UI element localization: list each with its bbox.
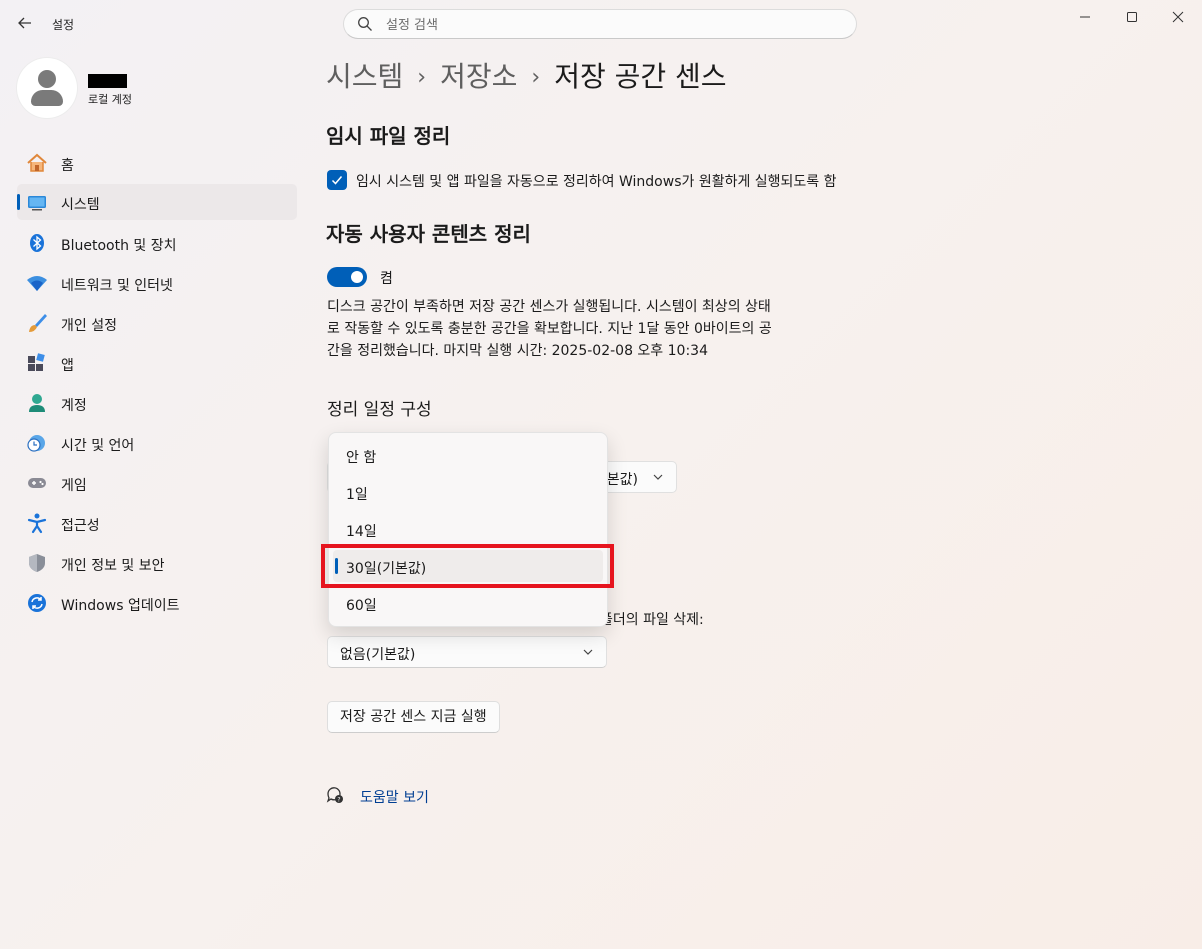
frequency-dropdown-list: 안 함 1일 14일 30일(기본값) 60일 [328, 432, 608, 627]
sidebar-item-network[interactable]: 네트워크 및 인터넷 [17, 265, 297, 301]
temp-cleanup-checkbox-label[interactable]: 임시 시스템 및 앱 파일을 자동으로 정리하여 Windows가 원활하게 실… [356, 171, 837, 191]
sidebar-item-gaming[interactable]: 게임 [17, 465, 297, 501]
home-icon [27, 153, 47, 172]
sidebar-item-windows-update[interactable]: Windows 업데이트 [17, 585, 297, 621]
breadcrumb-storage[interactable]: 저장소 [440, 60, 517, 93]
breadcrumb-separator: › [417, 65, 427, 90]
dropdown-option[interactable]: 1일 [333, 476, 603, 508]
search-box[interactable] [343, 9, 857, 39]
avatar-head [38, 70, 56, 88]
minimize-icon [1080, 16, 1090, 18]
back-button[interactable] [14, 12, 36, 34]
breadcrumb: 시스템 › 저장소 › 저장 공간 센스 [326, 55, 727, 95]
temp-cleanup-checkbox[interactable] [327, 170, 347, 190]
sidebar-item-label: 네트워크 및 인터넷 [61, 278, 173, 294]
sidebar-item-label: 계정 [61, 398, 87, 414]
sidebar-item-label: 시간 및 언어 [61, 438, 135, 454]
account-icon [29, 394, 45, 412]
maximize-icon [1127, 12, 1137, 22]
avatar-body [31, 90, 63, 106]
auto-cleanup-heading: 자동 사용자 콘텐츠 정리 [326, 222, 531, 246]
toggle-state-label: 켬 [380, 271, 393, 287]
brush-icon [29, 314, 47, 332]
sidebar-item-label: Windows 업데이트 [61, 598, 180, 614]
sidebar-item-label: 개인 정보 및 보안 [61, 558, 165, 574]
toggle-knob [351, 271, 363, 283]
chevron-down-icon [583, 649, 593, 655]
auto-cleanup-toggle[interactable] [327, 267, 367, 287]
close-button[interactable] [1155, 0, 1201, 34]
maximize-button[interactable] [1109, 0, 1155, 34]
run-storage-sense-button[interactable]: 저장 공간 센스 지금 실행 [327, 701, 500, 733]
update-icon [28, 594, 46, 612]
wifi-icon [27, 276, 47, 291]
search-icon [358, 17, 372, 31]
time-language-icon [27, 435, 45, 452]
downloads-delete-value: 없음(기본값) [340, 647, 416, 663]
close-icon [1172, 11, 1184, 23]
downloads-delete-select[interactable]: 없음(기본값) [327, 636, 607, 668]
checkmark-icon [331, 176, 343, 185]
breadcrumb-separator: › [531, 65, 541, 90]
downloads-delete-label: 폴더의 파일 삭제: [600, 612, 704, 628]
help-link[interactable]: 도움말 보기 [360, 787, 429, 807]
svg-text:?: ? [337, 797, 340, 804]
sidebar-item-apps[interactable]: 앱 [17, 345, 297, 381]
chevron-down-icon [653, 474, 663, 480]
sidebar-item-bluetooth[interactable]: Bluetooth 및 장치 [17, 225, 297, 261]
accessibility-icon [27, 513, 47, 534]
sidebar-item-system[interactable]: 시스템 [17, 184, 297, 220]
page-title: 저장 공간 센스 [554, 60, 727, 93]
dropdown-option[interactable]: 60일 [333, 587, 603, 619]
app-title: 설정 [52, 18, 75, 32]
account-type: 로컬 계정 [88, 93, 132, 106]
system-icon [28, 196, 46, 211]
sidebar-item-personalization[interactable]: 개인 설정 [17, 305, 297, 341]
schedule-heading: 정리 일정 구성 [327, 400, 432, 420]
auto-cleanup-description: 디스크 공간이 부족하면 저장 공간 센스가 실행됩니다. 시스템이 최상의 상… [327, 299, 772, 359]
sidebar-item-label: 앱 [61, 358, 74, 374]
shield-icon [29, 554, 45, 572]
sidebar-item-label: 홈 [61, 158, 74, 174]
selection-indicator [17, 194, 20, 210]
help-icon: ? [326, 787, 343, 804]
sidebar-item-label: 시스템 [61, 197, 100, 213]
avatar[interactable] [17, 58, 77, 118]
sidebar-item-label: 개인 설정 [61, 318, 117, 334]
sidebar-item-home[interactable]: 홈 [17, 145, 297, 181]
dropdown-option[interactable]: 14일 [333, 513, 603, 545]
sidebar-item-label: 접근성 [61, 518, 100, 534]
sidebar-item-label: 게임 [61, 478, 87, 494]
account-name-redacted [88, 74, 127, 88]
highlight-box [321, 544, 614, 588]
sidebar-item-accounts[interactable]: 계정 [17, 385, 297, 421]
bluetooth-icon [30, 234, 44, 252]
temp-cleanup-heading: 임시 파일 정리 [326, 124, 451, 148]
apps-icon [28, 353, 45, 371]
gamepad-icon [28, 478, 46, 488]
minimize-button[interactable] [1062, 0, 1108, 34]
dropdown-option[interactable]: 안 함 [333, 439, 603, 471]
search-input[interactable] [384, 14, 838, 36]
sidebar-item-time-language[interactable]: 시간 및 언어 [17, 425, 297, 461]
sidebar-item-privacy[interactable]: 개인 정보 및 보안 [17, 545, 297, 581]
sidebar-item-label: Bluetooth 및 장치 [61, 238, 177, 254]
back-arrow-icon [18, 17, 31, 29]
breadcrumb-system[interactable]: 시스템 [326, 60, 403, 93]
run-frequency-value: 본값) [606, 472, 638, 488]
sidebar-item-accessibility[interactable]: 접근성 [17, 505, 297, 541]
